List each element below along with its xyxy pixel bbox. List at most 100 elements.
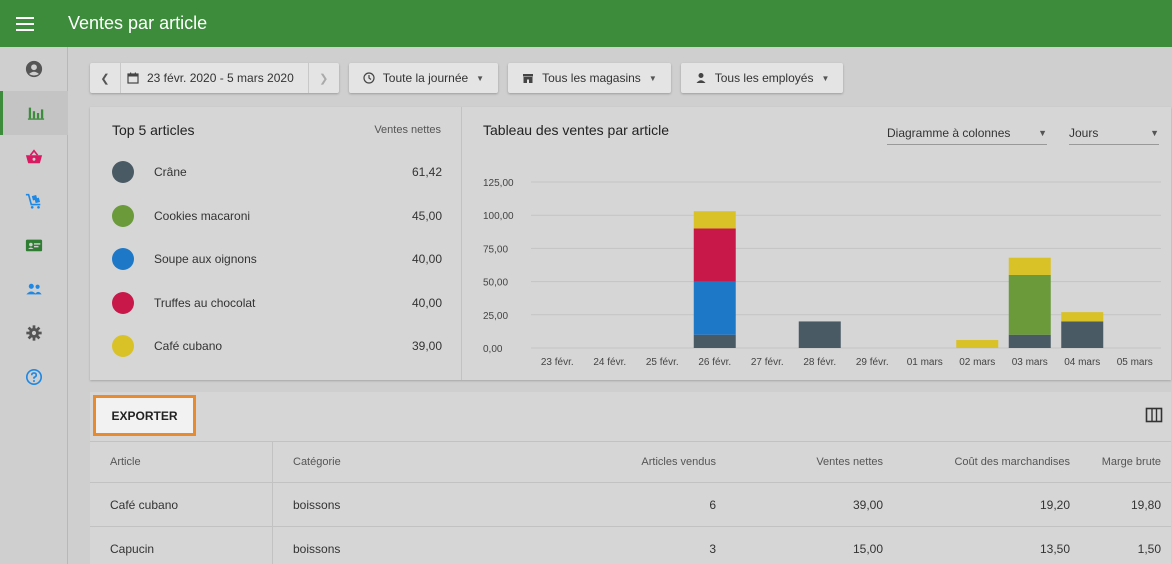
column-divider — [272, 483, 273, 526]
bar-segment — [1008, 334, 1051, 348]
sidebar-item-account[interactable] — [0, 47, 68, 91]
chart-title: Tableau des ventes par article — [483, 122, 669, 138]
legend-dot — [112, 291, 134, 314]
date-range-button[interactable]: 23 févr. 2020 - 5 mars 2020 — [120, 63, 309, 93]
x-tick-label: 04 mars — [1064, 357, 1100, 368]
legend-dot — [112, 204, 134, 227]
header-items-sold[interactable]: Articles vendus — [641, 442, 716, 482]
caret-down-icon: ▼ — [476, 73, 485, 83]
cell-items-sold: 6 — [709, 497, 716, 512]
y-tick-label: 100,00 — [483, 211, 514, 222]
caret-down-icon: ▼ — [1038, 127, 1047, 138]
time-filter-dropdown[interactable]: Toute la journée ▼ — [348, 63, 499, 93]
sidebar — [0, 47, 68, 564]
cell-net-sales: 39,00 — [852, 497, 883, 512]
sidebar-item-items[interactable] — [0, 179, 68, 223]
account-circle-icon — [25, 60, 43, 78]
sidebar-item-customers[interactable] — [0, 223, 68, 267]
x-tick-label: 25 févr. — [646, 357, 679, 368]
y-tick-label: 75,00 — [483, 244, 508, 255]
items-cart-icon — [25, 193, 41, 209]
cell-cost-of-goods: 19,20 — [1039, 497, 1070, 512]
store-icon — [523, 74, 534, 83]
y-tick-label: 50,00 — [483, 278, 508, 289]
store-filter-dropdown[interactable]: Tous les magasins ▼ — [508, 63, 671, 93]
top5-column-header: Ventes nettes — [374, 124, 441, 136]
cell-items-sold: 3 — [709, 541, 716, 556]
top5-item: Soupe aux oignons 40,00 — [112, 244, 442, 274]
top5-panel: Top 5 articles Ventes nettes Crâne 61,42 C… — [90, 107, 462, 380]
table-row[interactable]: Café cubano boissons 6 39,00 19,20 19,80 — [90, 483, 1171, 527]
top5-item-name: Truffes au chocolat — [154, 295, 256, 310]
sales-bar-chart: 0,00 25,00 50,00 75,00 100,00 125,00 23 févr. 2… — [483, 178, 1161, 368]
summary-card: Top 5 articles Ventes nettes Crâne 61,42 C… — [90, 107, 1171, 380]
top5-item-value: 45,00 — [411, 208, 442, 223]
bar-segment — [693, 211, 736, 229]
export-button[interactable]: EXPORTER — [93, 395, 196, 436]
sidebar-item-reports[interactable] — [0, 91, 68, 135]
app-bar: Ventes par article — [0, 0, 1172, 47]
header-article[interactable]: Article — [110, 442, 141, 482]
bar-segment — [1061, 312, 1104, 322]
sidebar-item-help[interactable] — [0, 355, 68, 399]
employee-filter-dropdown[interactable]: Tous les employés ▼ — [680, 63, 844, 93]
top5-item-value: 39,00 — [411, 339, 442, 353]
x-tick-label: 03 mars — [1012, 357, 1048, 368]
page-title: Ventes par article — [68, 13, 208, 33]
table-header-row: Article Catégorie Articles vendus Ventes… — [90, 441, 1171, 483]
previous-period-button[interactable]: ❮ — [90, 63, 120, 93]
x-tick-label: 23 févr. — [541, 357, 574, 368]
header-net-sales[interactable]: Ventes nettes — [816, 442, 883, 482]
chevron-right-icon: ❯ — [319, 72, 329, 85]
clock-icon — [363, 72, 375, 84]
time-filter-label: Toute la journée — [382, 71, 469, 85]
bar-segment — [693, 334, 736, 348]
top5-title: Top 5 articles — [112, 122, 195, 138]
bar-chart-icon — [27, 107, 44, 120]
top5-item: Crâne 61,42 — [112, 157, 442, 187]
x-tick-label: 29 févr. — [856, 357, 889, 368]
header-category[interactable]: Catégorie — [293, 442, 341, 482]
x-tick-label: 01 mars — [907, 357, 943, 368]
next-period-button[interactable]: ❯ — [309, 63, 339, 93]
table-card: EXPORTER Article Catégorie Articles vend… — [90, 392, 1171, 564]
sidebar-item-settings[interactable] — [0, 311, 68, 355]
bar-segment — [1008, 257, 1051, 275]
employee-filter-label: Tous les employés — [714, 71, 814, 85]
top5-item-name: Crâne — [154, 165, 187, 179]
cell-category: boissons — [293, 497, 341, 512]
cell-category: boissons — [293, 541, 341, 556]
chart-panel: Tableau des ventes par article Diagramme… — [463, 107, 1171, 380]
top5-item-value: 40,00 — [411, 252, 442, 266]
period-label: Jours — [1069, 125, 1099, 140]
store-filter-label: Tous les magasins — [542, 71, 641, 85]
legend-dot — [112, 248, 134, 270]
top5-item-value: 40,00 — [411, 295, 442, 310]
bar-segment — [1061, 321, 1104, 348]
caret-down-icon: ▼ — [821, 73, 830, 83]
header-cost-of-goods[interactable]: Coût des marchandises — [954, 442, 1070, 482]
calendar-icon — [127, 72, 139, 84]
bar-segment — [693, 281, 736, 335]
period-select[interactable]: Jours ▼ — [1069, 121, 1159, 145]
hamburger-menu-icon[interactable] — [0, 0, 50, 47]
cell-net-sales: 15,00 — [852, 541, 883, 556]
chart-type-select[interactable]: Diagramme à colonnes ▼ — [887, 121, 1047, 145]
columns-icon[interactable] — [1145, 406, 1163, 424]
column-divider — [272, 442, 273, 482]
sidebar-item-sales[interactable] — [0, 135, 68, 179]
sidebar-item-employees[interactable] — [0, 267, 68, 311]
header-gross-margin[interactable]: Marge brute — [1102, 442, 1161, 482]
x-tick-label: 05 mars — [1117, 357, 1153, 368]
top5-item-name: Soupe aux oignons — [154, 252, 257, 266]
settings-gear-icon — [26, 325, 42, 341]
x-tick-label: 24 févr. — [593, 357, 626, 368]
top5-item-name: Café cubano — [154, 339, 223, 353]
date-range-label: 23 févr. 2020 - 5 mars 2020 — [147, 71, 294, 85]
filter-bar: ❮ 23 févr. 2020 - 5 mars 2020 ❯ Toute la… — [90, 63, 844, 93]
bar-segment — [798, 321, 841, 348]
table-row[interactable]: Capucin boissons 3 15,00 13,50 1,50 — [90, 527, 1171, 564]
caret-down-icon: ▼ — [648, 73, 657, 83]
cell-article: Café cubano — [110, 497, 179, 512]
x-tick-label: 26 févr. — [698, 357, 731, 368]
